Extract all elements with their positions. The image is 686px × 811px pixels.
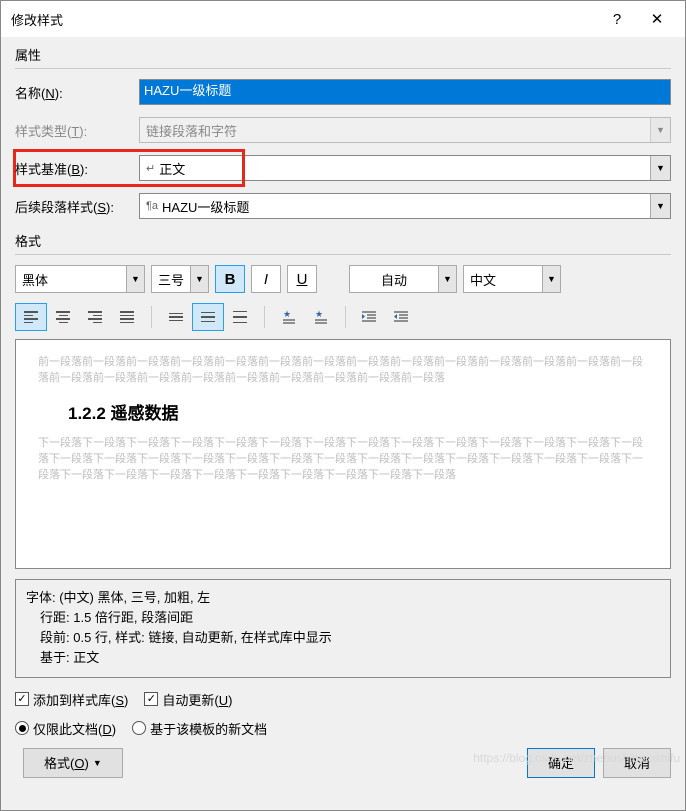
caret-down-icon: ▼ — [93, 758, 102, 768]
chevron-down-icon[interactable]: ▼ — [126, 266, 144, 292]
close-button[interactable]: ✕ — [637, 4, 677, 34]
based-on-combo[interactable]: ↵正文 ▼ — [139, 155, 671, 181]
properties-section-label: 属性 — [15, 45, 671, 64]
space-before-dec-button[interactable]: ★ — [305, 303, 337, 331]
line-spacing-2-button[interactable] — [224, 303, 256, 331]
align-justify-button[interactable] — [111, 303, 143, 331]
paragraph-mark-icon: ↵ — [146, 162, 155, 175]
help-button[interactable]: ? — [597, 4, 637, 34]
ok-button[interactable]: 确定 — [527, 748, 595, 778]
new-template-radio[interactable]: 基于该模板的新文档 — [132, 719, 267, 738]
size-combo[interactable]: 三号▼ — [151, 265, 209, 293]
cancel-button[interactable]: 取消 — [603, 748, 671, 778]
format-menu-button[interactable]: 格式(O)▼ — [23, 748, 123, 778]
format-section-label: 格式 — [15, 231, 671, 250]
following-style-label: 后续段落样式(S): — [15, 197, 139, 216]
align-center-button[interactable] — [47, 303, 79, 331]
add-to-gallery-checkbox[interactable]: ✓添加到样式库(S) — [15, 690, 128, 709]
svg-text:★: ★ — [283, 309, 291, 319]
auto-update-checkbox[interactable]: ✓自动更新(U) — [144, 690, 232, 709]
indent-decrease-button[interactable] — [354, 303, 386, 331]
chevron-down-icon: ▼ — [650, 118, 670, 142]
name-input[interactable]: HAZU一级标题 — [139, 79, 671, 105]
align-left-button[interactable] — [15, 303, 47, 331]
preview-panel: 前一段落前一段落前一段落前一段落前一段落前一段落前一段落前一段落前一段落前一段落… — [15, 339, 671, 569]
following-style-combo[interactable]: ¶aHAZU一级标题 ▼ — [139, 193, 671, 219]
style-type-label: 样式类型(T): — [15, 121, 139, 140]
color-combo[interactable]: 自动▼ — [349, 265, 457, 293]
svg-text:★: ★ — [315, 309, 323, 319]
bold-button[interactable]: B — [215, 265, 245, 293]
dialog-title: 修改样式 — [11, 10, 63, 29]
italic-button[interactable]: I — [251, 265, 281, 293]
preview-text-after: 下一段落下一段落下一段落下一段落下一段落下一段落下一段落下一段落下一段落下一段落… — [38, 436, 648, 484]
based-on-label: 样式基准(B): — [15, 159, 139, 178]
space-before-inc-button[interactable]: ★ — [273, 303, 305, 331]
preview-text-before: 前一段落前一段落前一段落前一段落前一段落前一段落前一段落前一段落前一段落前一段落… — [38, 355, 648, 387]
line-spacing-1-5-button[interactable] — [192, 303, 224, 331]
chevron-down-icon[interactable]: ▼ — [190, 266, 208, 292]
lang-combo[interactable]: 中文▼ — [463, 265, 561, 293]
chevron-down-icon[interactable]: ▼ — [438, 266, 456, 292]
style-summary: 字体: (中文) 黑体, 三号, 加粗, 左 行距: 1.5 倍行距, 段落间距… — [15, 579, 671, 678]
line-spacing-1-button[interactable] — [160, 303, 192, 331]
chevron-down-icon[interactable]: ▼ — [650, 156, 670, 180]
chevron-down-icon[interactable]: ▼ — [650, 194, 670, 218]
pilcrow-icon: ¶a — [146, 200, 158, 212]
preview-heading: 1.2.2 遥感数据 — [38, 399, 648, 424]
only-this-doc-radio[interactable]: 仅限此文档(D) — [15, 719, 116, 738]
chevron-down-icon[interactable]: ▼ — [542, 266, 560, 292]
align-right-button[interactable] — [79, 303, 111, 331]
underline-button[interactable]: U — [287, 265, 317, 293]
name-label: 名称(N): — [15, 83, 139, 102]
indent-increase-button[interactable] — [386, 303, 418, 331]
font-combo[interactable]: 黑体▼ — [15, 265, 145, 293]
style-type-combo: 链接段落和字符 ▼ — [139, 117, 671, 143]
